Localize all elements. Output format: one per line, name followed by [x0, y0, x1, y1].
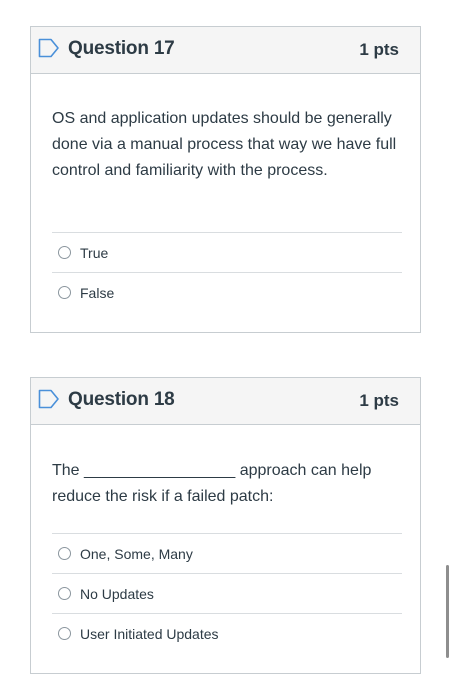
answer-list: True False: [52, 232, 402, 312]
question-header: Question 18 1 pts: [31, 378, 420, 425]
question-title: Question 17: [68, 38, 175, 59]
radio-button[interactable]: [58, 627, 71, 640]
flag-question-icon[interactable]: [38, 38, 60, 58]
radio-button[interactable]: [58, 246, 71, 259]
answer-label: True: [80, 244, 109, 261]
question-points: 1 pts: [359, 391, 399, 410]
quiz-page: Question 17 1 pts OS and application upd…: [0, 0, 453, 700]
question-text: The _________________ approach can help …: [52, 462, 372, 505]
answer-option-true[interactable]: True: [52, 232, 402, 272]
scrollbar[interactable]: [446, 565, 449, 658]
answer-option-no-updates[interactable]: No Updates: [52, 573, 402, 613]
question-header: Question 17 1 pts: [31, 27, 420, 74]
answer-list: One, Some, Many No Updates User Initiate…: [52, 533, 402, 653]
radio-button[interactable]: [58, 587, 71, 600]
question-text: OS and application updates should be gen…: [52, 110, 397, 179]
answer-option-user-initiated-updates[interactable]: User Initiated Updates: [52, 613, 402, 653]
radio-button[interactable]: [58, 286, 71, 299]
answer-label: No Updates: [80, 585, 154, 602]
question-points: 1 pts: [359, 40, 399, 59]
answer-label: User Initiated Updates: [80, 625, 219, 642]
question-18-card: Question 18 1 pts The _________________ …: [30, 377, 421, 674]
radio-button[interactable]: [58, 547, 71, 560]
question-title: Question 18: [68, 389, 175, 410]
answer-label: One, Some, Many: [80, 545, 193, 562]
answer-label: False: [80, 284, 115, 301]
answer-option-false[interactable]: False: [52, 272, 402, 312]
answer-option-one-some-many[interactable]: One, Some, Many: [52, 533, 402, 573]
flag-question-icon[interactable]: [38, 389, 60, 409]
question-17-card: Question 17 1 pts OS and application upd…: [30, 26, 421, 333]
